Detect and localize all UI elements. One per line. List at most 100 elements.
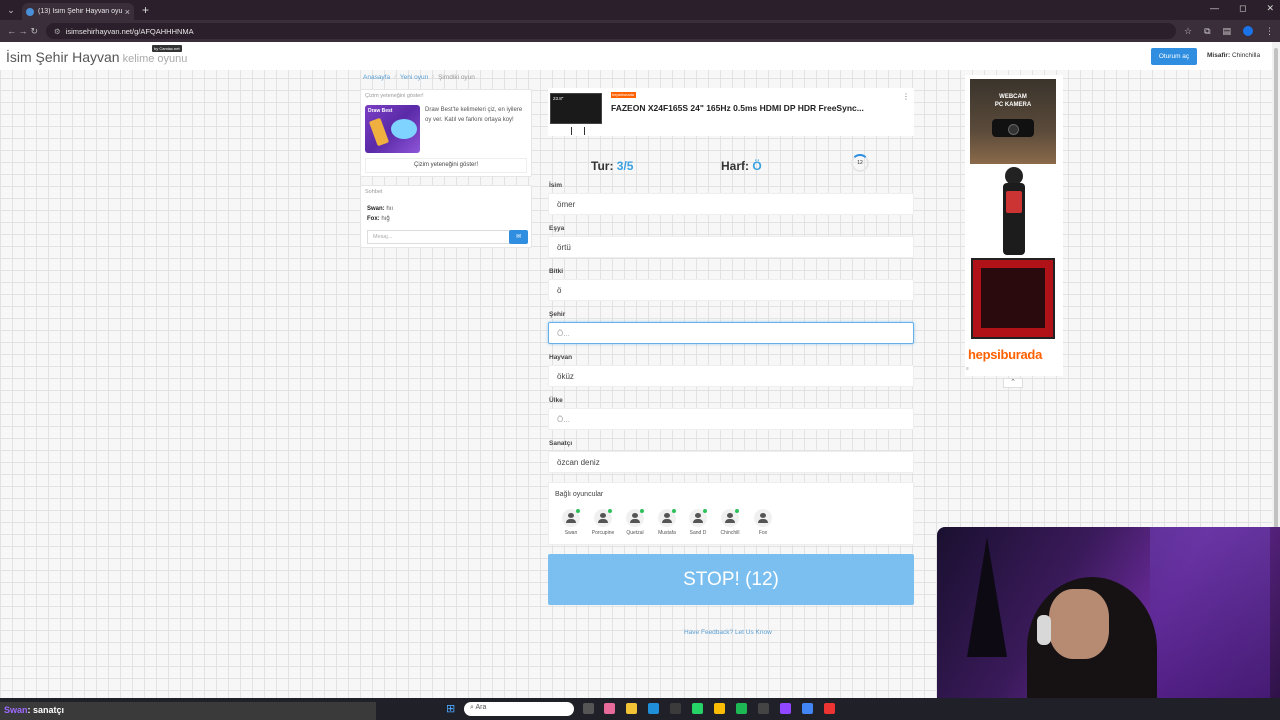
chat-bubble-icon: ✉ (515, 234, 522, 240)
url-field[interactable]: ⚙ isimsehirhayvan.net/g/AFQAHHHNMA (45, 23, 1176, 39)
field-bitki[interactable] (548, 279, 914, 301)
player-card[interactable]: Porcupine (588, 509, 618, 536)
player-card[interactable]: Swan (556, 509, 586, 536)
countdown-timer: 12 (851, 154, 869, 172)
round-indicator: Tur: 3/5 (591, 159, 634, 173)
breadcrumb-home[interactable]: Anasayfa (363, 74, 390, 81)
online-dot (672, 509, 676, 513)
tab-list-icon[interactable]: ⌄ (0, 5, 22, 16)
webcam-ad-image[interactable]: WEBCAM PC KAMERA (970, 79, 1056, 164)
scrollbar-thumb[interactable] (1274, 48, 1278, 528)
field-hayvan[interactable] (548, 365, 914, 387)
player-card[interactable]: Quetzal (620, 509, 650, 536)
terminal-icon[interactable] (758, 703, 769, 714)
chrome-icon[interactable] (714, 703, 725, 714)
extensions-icon[interactable]: ⧉ (1204, 26, 1210, 37)
collapse-ad-button[interactable]: ⌃ (1003, 378, 1023, 388)
chat-header: Sohbet (365, 189, 383, 195)
copilot-icon[interactable] (604, 703, 615, 714)
ad-title[interactable]: FAZEON X24F165S 24" 165Hz 0.5ms HDMI DP … (611, 103, 864, 113)
back-icon[interactable]: ← (6, 26, 17, 36)
side-ad[interactable]: WEBCAM PC KAMERA hepsiburada ≡ (965, 75, 1063, 376)
chrome-alt-icon[interactable] (802, 703, 813, 714)
field-isim[interactable] (548, 193, 914, 215)
reload-icon[interactable]: ↻ (29, 26, 40, 37)
feedback-link[interactable]: Have Feedback? Let Us Know (684, 629, 772, 636)
spotify-icon[interactable] (736, 703, 747, 714)
maximize-icon[interactable]: ◻ (1239, 3, 1246, 14)
field-sanatci[interactable] (548, 451, 914, 473)
draw-best-title: Draw Best (368, 108, 393, 114)
obs-icon[interactable] (824, 703, 835, 714)
user-icon (658, 509, 676, 527)
task-view-icon[interactable] (583, 703, 594, 714)
field-label-sanatci: Sanatçı (549, 440, 573, 447)
windows-start-icon[interactable]: ⊞ (446, 702, 458, 715)
christmas-tree (967, 537, 1007, 657)
guest-name: Chinchilla (1231, 52, 1261, 59)
file-explorer-icon[interactable] (626, 703, 637, 714)
draw-best-image[interactable]: Draw Best (365, 105, 420, 153)
messenger-icon[interactable] (780, 703, 791, 714)
breadcrumb-current: Şimdiki oyun (438, 74, 475, 81)
user-icon (721, 509, 739, 527)
tab-close-icon[interactable]: × (125, 7, 130, 17)
new-tab-button[interactable]: + (142, 3, 149, 17)
login-button[interactable]: Oturum aç (1151, 48, 1197, 65)
streamer-face (1049, 589, 1109, 659)
url-text: isimsehirhayvan.net/g/AFQAHHHNMA (65, 26, 194, 36)
field-esya[interactable] (548, 236, 914, 258)
cloud-icon (391, 119, 417, 139)
streamer-webcam (937, 527, 1280, 720)
close-window-icon[interactable]: ✕ (1266, 3, 1274, 14)
window-controls: — ◻ ✕ (1210, 3, 1274, 14)
whatsapp-icon[interactable] (692, 703, 703, 714)
player-name: Fox (758, 530, 768, 536)
profile-avatar[interactable] (1243, 26, 1254, 36)
ad-info-icon[interactable]: ≡ (966, 366, 969, 372)
breadcrumb-new-game[interactable]: Yeni oyun (400, 74, 428, 81)
chat-send-button[interactable]: ✉ (509, 230, 528, 244)
site-info-icon[interactable]: ⚙ (54, 27, 61, 36)
chat-card: Sohbet Swan: hıı Fox: hığ Mesaj... ✉ (360, 185, 532, 248)
player-card[interactable]: Mustafa (652, 509, 682, 536)
webcam-icon (992, 119, 1034, 137)
breadcrumb: Anasayfa / Yeni oyun / Şimdiki oyun (363, 74, 475, 81)
player-card[interactable]: Sand D (683, 509, 713, 536)
stop-button[interactable]: STOP! (12) (548, 554, 914, 605)
player-card[interactable]: Chinchill (715, 509, 745, 536)
chat-input[interactable]: Mesaj... (367, 230, 510, 244)
field-label-esya: Eşya (549, 225, 565, 232)
product-ad[interactable]: 23.8" hepsiburada FAZEON X24F165S 24" 16… (548, 88, 914, 136)
online-dot (703, 509, 707, 513)
minimize-icon[interactable]: — (1210, 3, 1219, 14)
edge-icon[interactable] (648, 703, 659, 714)
pc-case-image[interactable] (971, 258, 1055, 339)
ad-options-icon[interactable]: ⋮ (902, 92, 910, 101)
menu-dots-icon[interactable]: ⋮ (1265, 26, 1274, 37)
browser-tab[interactable]: (13) İsim Şehir Hayvan oyunu × (22, 3, 134, 20)
bookmark-star-icon[interactable]: ☆ (1184, 26, 1192, 37)
store-icon[interactable] (670, 703, 681, 714)
draw-promo-button[interactable]: Çizim yeteneğini göster! (365, 158, 527, 173)
alert-text: : sanatçı (27, 705, 65, 715)
field-sehir[interactable] (548, 322, 914, 344)
brush-icon (368, 117, 390, 147)
taskbar-search[interactable]: ⌕ Ara (464, 702, 574, 716)
hepsiburada-logo[interactable]: hepsiburada (968, 347, 1042, 362)
alert-username: Swan (4, 705, 28, 715)
online-dot (576, 509, 580, 513)
connected-players: Bağlı oyuncular Swan Porcupine Quetzal M… (548, 482, 914, 545)
chat-message: Fox: hığ (367, 216, 390, 222)
sidebar-icon[interactable]: ▤ (1223, 26, 1232, 37)
player-card[interactable]: Fox (748, 509, 778, 536)
player-name: Quetzal (626, 530, 644, 536)
field-label-ulke: Ülke (549, 397, 563, 404)
field-ulke[interactable] (548, 408, 914, 430)
player-name: Mustafa (658, 530, 676, 536)
field-label-isim: İsim (549, 182, 563, 189)
gimbal-camera-image[interactable] (999, 167, 1029, 255)
online-dot (735, 509, 739, 513)
forward-icon[interactable]: → (17, 26, 28, 36)
shelf-background (1150, 527, 1270, 720)
